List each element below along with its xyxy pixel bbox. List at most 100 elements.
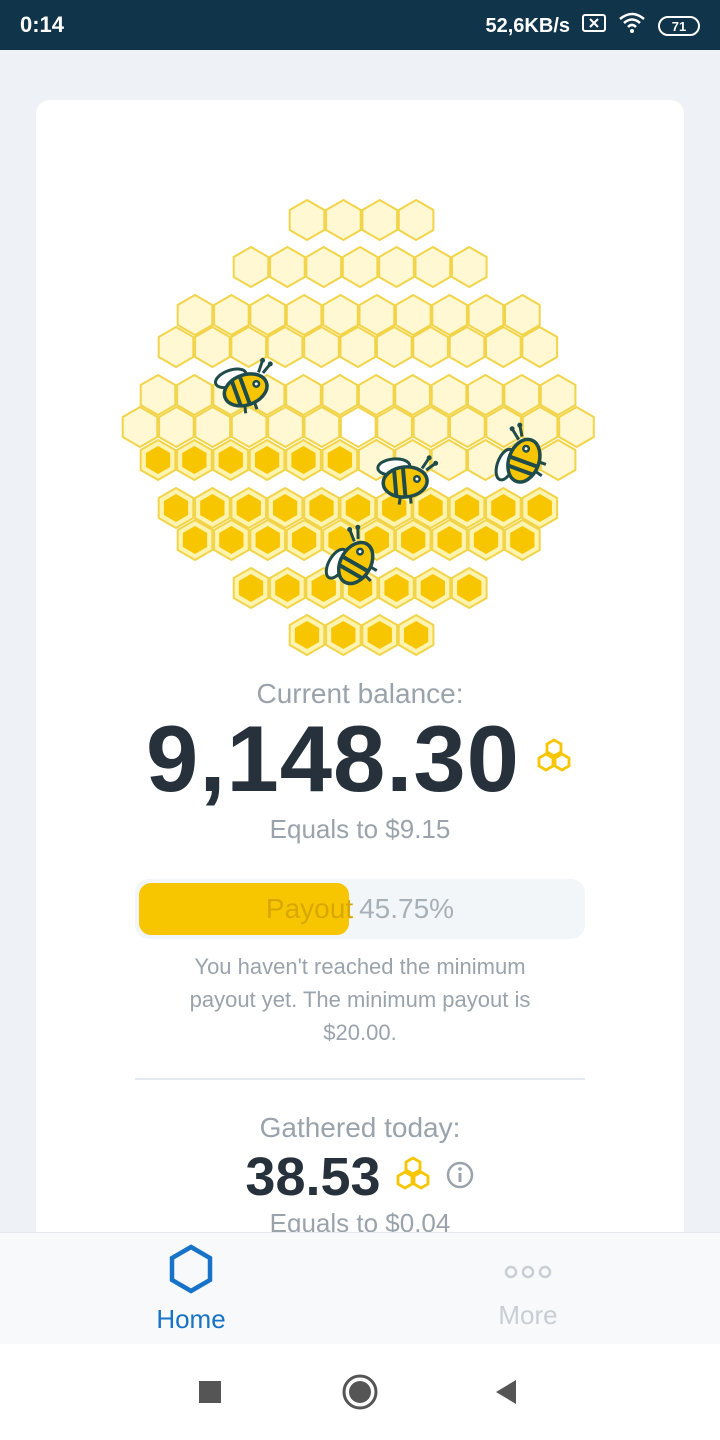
honeycomb-cell xyxy=(157,325,195,369)
info-icon[interactable] xyxy=(445,1160,475,1195)
honeycomb-cell xyxy=(375,325,413,369)
battery-icon: 71 xyxy=(658,16,700,36)
balance-value: 9,148.30 xyxy=(146,706,520,811)
honeycomb-cell xyxy=(325,613,362,657)
honeycomb-coin-icon-small xyxy=(393,1155,433,1199)
today-label: Gathered today: xyxy=(259,1112,461,1143)
status-bar: 0:14 52,6KB/s 71 xyxy=(0,0,720,50)
honeycomb-cell xyxy=(378,566,415,610)
honeycomb-cell xyxy=(414,245,452,289)
honeycomb-cell xyxy=(285,438,322,482)
nav-more-label: More xyxy=(498,1300,558,1330)
nav-home-label: Home xyxy=(156,1304,226,1334)
honeycomb-cell xyxy=(158,405,195,449)
payout-progress: Payout 45.75% xyxy=(135,879,585,939)
payout-percent: 45.75% xyxy=(359,893,455,924)
home-circle-icon[interactable] xyxy=(341,1370,379,1414)
honeycomb-cell xyxy=(232,245,270,289)
back-triangle-icon[interactable] xyxy=(494,1370,518,1414)
honeycomb-illustration xyxy=(121,198,595,657)
main-content: Current balance: 9,148.30 Equals to $9.1… xyxy=(0,50,720,1232)
honeycomb-cell xyxy=(176,373,213,417)
honeycomb-cell xyxy=(503,373,541,417)
nav-more[interactable]: More xyxy=(428,1233,628,1345)
honeycomb-cell xyxy=(305,245,343,289)
honeycomb-cell xyxy=(269,566,306,610)
honeycomb-cell xyxy=(285,373,322,417)
honeycomb-cell xyxy=(449,405,486,449)
honeycomb-cell xyxy=(361,613,399,657)
honeycomb-cell xyxy=(539,373,577,417)
hexagon-home-icon xyxy=(169,1244,213,1294)
honeycomb-cell xyxy=(303,405,341,449)
honeycomb-cell xyxy=(341,245,379,289)
honeycomb-cell xyxy=(412,325,449,369)
honeycomb-cell xyxy=(213,518,250,562)
honeycomb-cell xyxy=(414,566,452,610)
honeycomb-cell xyxy=(504,518,541,562)
honeycomb-cell xyxy=(269,245,306,289)
honeycomb-cell xyxy=(467,373,504,417)
honeycomb-cell xyxy=(285,518,323,562)
honeycomb-cell xyxy=(139,373,177,417)
status-time: 0:14 xyxy=(20,12,65,37)
divider xyxy=(135,1078,585,1080)
honeycomb-cell xyxy=(176,438,213,482)
today-value: 38.53 xyxy=(245,1147,381,1207)
payout-note: You haven't reached the minimum payout y… xyxy=(189,954,531,1045)
network-speed: 52,6KB/s xyxy=(485,14,571,37)
honeycomb-cell xyxy=(430,438,468,482)
honeycomb-cell xyxy=(448,325,486,369)
honeycomb-cell xyxy=(303,325,340,369)
honeycomb-cell xyxy=(378,245,415,289)
honeycomb-cell xyxy=(394,373,431,417)
honeycomb-cell xyxy=(467,518,505,562)
more-dots-icon xyxy=(504,1265,552,1279)
honeycomb-cell xyxy=(288,613,326,657)
honeycomb-cell xyxy=(339,325,377,369)
honeycomb-cell xyxy=(430,373,468,417)
honeycomb-cell xyxy=(485,325,522,369)
honeycomb-cell xyxy=(248,438,286,482)
honeycomb-cell xyxy=(397,198,435,242)
honeycomb-cell xyxy=(288,198,326,242)
honeycomb-cell xyxy=(230,405,268,449)
honeycomb-cell xyxy=(249,518,287,562)
honeycomb-cell xyxy=(450,566,488,610)
honeycomb-cell xyxy=(139,438,177,482)
honeycomb-cell xyxy=(339,405,377,449)
balance-equals: Equals to $9.15 xyxy=(269,814,451,844)
honeycomb-cell xyxy=(485,405,523,449)
today-equals: Equals to $0.04 xyxy=(269,1208,451,1232)
honeycomb-cell xyxy=(325,198,362,242)
status-right: 52,6KB/s 71 xyxy=(485,12,700,40)
recent-apps-icon[interactable] xyxy=(198,1370,222,1414)
honeycomb-cell xyxy=(412,405,450,449)
honeycomb-cell xyxy=(176,518,214,562)
honeycomb-cell xyxy=(397,613,435,657)
honeycomb-cell xyxy=(357,373,395,417)
notification-x-icon xyxy=(582,13,606,39)
honeycomb-cell xyxy=(212,438,250,482)
honeycomb-cell xyxy=(194,325,231,369)
balance-row: 9,148.30 xyxy=(0,712,720,806)
honeycomb-cell xyxy=(431,518,468,562)
honeycomb-cell xyxy=(521,325,559,369)
honeycomb-cell xyxy=(157,486,195,530)
payout-label: Payout xyxy=(265,893,354,924)
system-nav-bar xyxy=(0,1344,720,1440)
honeycomb-cell xyxy=(539,438,577,482)
honeycomb-cell xyxy=(361,198,399,242)
honeycomb-cell xyxy=(376,405,413,449)
nav-home[interactable]: Home xyxy=(91,1233,291,1345)
payout-text: Payout 45.75% xyxy=(135,879,585,939)
honeycomb-cell xyxy=(266,325,304,369)
honeycomb-cell xyxy=(394,518,432,562)
honeycomb-cell xyxy=(121,405,159,449)
honeycomb-cell xyxy=(194,405,232,449)
today-row: 38.53 xyxy=(0,1150,720,1204)
honeycomb-coin-icon xyxy=(534,737,574,781)
honeycomb-cell xyxy=(450,245,488,289)
honeycomb-cell xyxy=(267,405,304,449)
honeycomb-cell xyxy=(232,566,270,610)
